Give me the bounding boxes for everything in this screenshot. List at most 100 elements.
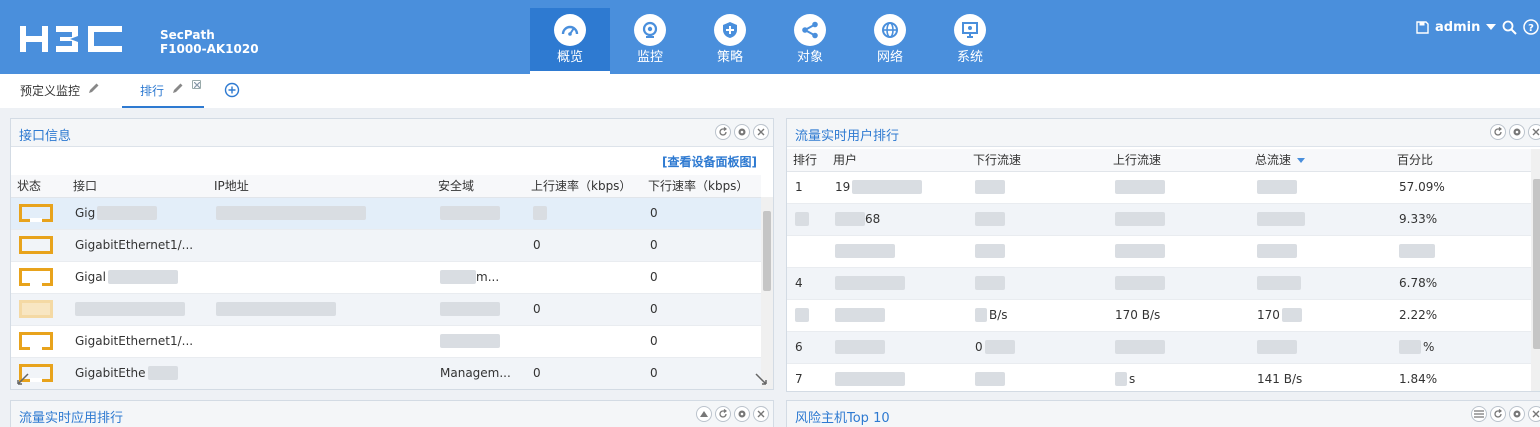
nav-label: 网络 [876,50,903,65]
refresh-icon[interactable] [715,124,731,140]
panel-title: 接口信息 [19,129,72,144]
col-down-speed[interactable]: 下行流速 [967,149,1107,172]
add-tab-icon[interactable] [224,82,240,101]
nav-network[interactable]: 网络 [850,8,930,74]
table-row[interactable]: 7 s 141 B/s 1.84% [787,363,1535,391]
sort-desc-icon[interactable] [1297,153,1306,167]
user-cell [827,299,967,332]
save-icon[interactable] [1416,20,1429,34]
nav-overview[interactable]: 概览 [530,8,610,74]
status-cell [11,197,67,230]
search-icon[interactable] [1502,20,1518,35]
resize-handle-icon[interactable] [755,373,767,388]
close-tab-icon[interactable] [192,80,201,89]
col-rank[interactable]: 排行 [787,149,827,172]
gear-icon[interactable] [734,406,750,422]
col-ip[interactable]: IP地址 [208,175,432,198]
ip-cell [208,325,432,358]
panel-header: 流量实时用户排行 [787,119,1540,147]
col-status[interactable]: 状态 [11,175,67,198]
table-header-row: 排行 用户 下行流速 上行流速 总流速 百分比 [787,149,1535,172]
col-user[interactable]: 用户 [827,149,967,172]
table-row[interactable]: GigabitEthernet1/... 0 0 [11,229,761,262]
nav-policy[interactable]: 策略 [690,8,770,74]
tab-label: 排行 [140,84,165,98]
up-speed-cell [1107,203,1249,236]
status-cell [11,325,67,358]
gear-icon[interactable] [1509,124,1525,140]
down-rate-cell: 0 [642,293,761,326]
dashboard-icon [554,14,586,46]
gear-icon[interactable] [734,124,750,140]
table-row[interactable]: Gig 0 [11,197,761,230]
view-device-panel-link[interactable]: [查看设备面板图] [662,153,757,170]
up-speed-cell [1107,331,1249,364]
table-row[interactable]: GigabitEthernet1/... 0 [11,325,761,358]
list-icon[interactable] [1471,406,1487,422]
table-row[interactable]: Gigal m... 0 [11,261,761,294]
user-cell [827,331,967,364]
col-zone[interactable]: 安全域 [432,175,525,198]
panel-header: 流量实时应用排行 [11,401,773,427]
user-cell [827,235,967,268]
tab-ranking[interactable]: 排行 [122,80,204,108]
nav-system[interactable]: 系统 [930,8,1010,74]
risk-host-top10-panel: 风险主机Top 10 [786,400,1540,427]
close-icon[interactable] [1528,124,1540,140]
scrollbar-thumb[interactable] [763,211,771,291]
col-interface[interactable]: 接口 [67,175,208,198]
rank-cell [787,299,827,332]
nav-monitor[interactable]: 监控 [610,8,690,74]
table-row[interactable]: GigabitEthe Managem... 0 0 [11,357,761,389]
collapse-up-icon[interactable] [696,406,712,422]
close-icon[interactable] [753,406,769,422]
table-row[interactable] [787,235,1535,268]
h3c-logo [20,26,122,52]
help-icon[interactable]: ? [1523,19,1540,35]
up-rate-cell [525,197,642,230]
table-row[interactable]: 4 6.78% [787,267,1535,300]
table-row[interactable]: 1 19 57.09% [787,171,1535,204]
interface-cell: GigabitEthernet1/... [67,229,208,262]
refresh-icon[interactable] [1490,406,1506,422]
col-up-rate[interactable]: 上行速率（kbps） [525,175,642,198]
table-row[interactable]: 0 0 [11,293,761,326]
interface-table-scrollbar[interactable] [761,197,773,389]
percent-cell: 9.33% [1391,203,1535,236]
user-rank-scrollbar[interactable] [1531,149,1540,391]
zone-cell [432,197,525,230]
panel-actions [1490,124,1540,140]
refresh-icon[interactable] [715,406,731,422]
nav-object[interactable]: 对象 [770,8,850,74]
scrollbar-thumb[interactable] [1533,179,1540,349]
percent-cell [1391,235,1535,268]
col-percent[interactable]: 百分比 [1391,149,1535,172]
port-up-icon [19,204,53,222]
table-row[interactable]: 6 0 % [787,331,1535,364]
col-up-speed[interactable]: 上行流速 [1107,149,1249,172]
panel-actions [1471,406,1540,422]
port-icon [19,300,53,318]
table-row[interactable]: B/s 170 B/s 170 2.22% [787,299,1535,332]
caret-down-icon[interactable] [1486,23,1497,31]
edit-pencil-icon[interactable] [88,82,100,97]
gear-icon[interactable] [1509,406,1525,422]
col-total-speed[interactable]: 总流速 [1249,149,1391,172]
close-icon[interactable] [753,124,769,140]
product-name: SecPath F1000-AK1020 [160,28,259,56]
close-icon[interactable] [1528,406,1540,422]
resize-handle-icon[interactable] [17,373,29,388]
tab-predefined-monitor[interactable]: 预定义监控 [20,82,100,108]
refresh-icon[interactable] [1490,124,1506,140]
total-speed-cell: 141 B/s [1249,363,1391,391]
user-name[interactable]: admin [1435,20,1480,35]
globe-icon [874,14,906,46]
ip-cell [208,261,432,294]
rank-cell: 4 [787,267,827,300]
total-speed-cell: 170 [1249,299,1391,332]
edit-pencil-icon[interactable] [172,82,184,97]
table-row[interactable]: 68 9.33% [787,203,1535,236]
col-down-rate[interactable]: 下行速率（kbps） [642,175,761,198]
nav-label: 监控 [636,50,663,65]
up-speed-cell: 170 B/s [1107,299,1249,332]
